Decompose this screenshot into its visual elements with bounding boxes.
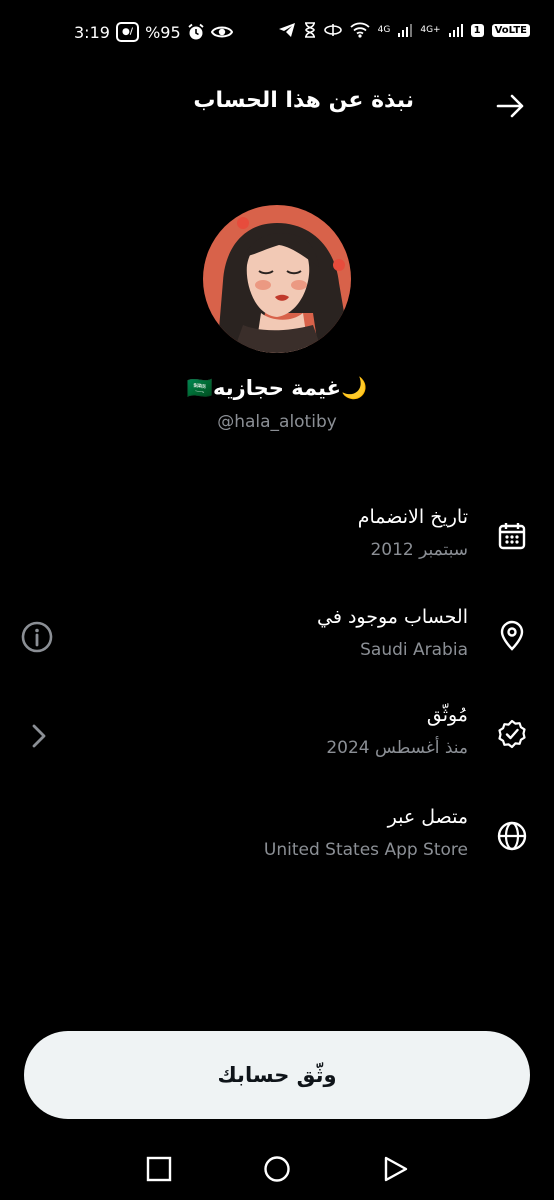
hourglass-icon xyxy=(304,22,315,38)
calendar-icon xyxy=(498,523,526,550)
display-name: 🌙غيمة حجازيه🇸🇦 xyxy=(186,376,368,400)
volte-badge: VoLTE xyxy=(491,23,530,37)
username-handle: @hala_alotiby xyxy=(217,412,337,432)
avatar[interactable] xyxy=(203,205,351,353)
signal-bars-icon xyxy=(398,24,413,37)
info-label: متصل عبر xyxy=(387,806,468,828)
info-row-connected-via: متصل عبر United States App Store xyxy=(0,806,554,876)
location-pin-icon xyxy=(500,620,524,651)
verify-account-button[interactable]: وثّق حسابك xyxy=(24,1031,530,1119)
page-title: نبذة عن هذا الحساب xyxy=(193,88,414,113)
info-row-verified: مُوثّق منذ أغسطس 2024 xyxy=(0,704,554,774)
status-right: 4G 4G+ 1 VoLTE xyxy=(278,22,530,38)
sim-badge: 1 xyxy=(470,23,484,37)
info-label: الحساب موجود في xyxy=(317,606,468,628)
chevron-left-icon[interactable] xyxy=(26,720,50,752)
header: نبذة عن هذا الحساب xyxy=(0,82,554,130)
recent-apps-icon[interactable] xyxy=(144,1154,174,1184)
info-row-location: الحساب موجود في Saudi Arabia xyxy=(0,606,554,676)
network-type-2: 4G+ xyxy=(420,25,441,35)
status-left: 3:19 ●/ %95 xyxy=(74,22,233,42)
info-value: Saudi Arabia xyxy=(360,640,468,660)
hd-icon: ●/ xyxy=(115,22,140,42)
battery-level: %95 xyxy=(145,22,181,42)
system-navigation-bar xyxy=(0,1140,554,1200)
globe-icon xyxy=(497,821,527,851)
back-triangle-icon[interactable] xyxy=(380,1154,410,1184)
telegram-icon xyxy=(278,23,295,37)
info-label: مُوثّق xyxy=(426,704,468,726)
network-type-1: 4G xyxy=(377,25,391,35)
back-arrow-icon[interactable] xyxy=(494,90,526,122)
info-value: منذ أغسطس 2024 xyxy=(326,738,468,758)
avatar-illustration xyxy=(203,205,351,353)
wifi-icon xyxy=(350,22,370,38)
info-label: تاريخ الانضمام xyxy=(357,506,468,528)
alarm-icon xyxy=(188,23,204,40)
eye-icon xyxy=(210,26,233,38)
info-value: United States App Store xyxy=(263,840,468,860)
status-bar: 3:19 ●/ %95 4G 4G+ 1 VoLTE xyxy=(0,0,554,66)
signal-bars-2-icon xyxy=(448,24,463,37)
home-icon[interactable] xyxy=(262,1154,292,1184)
info-circle-icon[interactable] xyxy=(20,620,54,654)
cloud-sync-icon xyxy=(323,24,342,36)
info-value: سبتمبر 2012 xyxy=(370,540,468,560)
verified-badge-icon xyxy=(498,719,526,749)
info-row-joined: تاريخ الانضمام سبتمبر 2012 xyxy=(0,506,554,576)
status-time: 3:19 xyxy=(74,22,110,42)
